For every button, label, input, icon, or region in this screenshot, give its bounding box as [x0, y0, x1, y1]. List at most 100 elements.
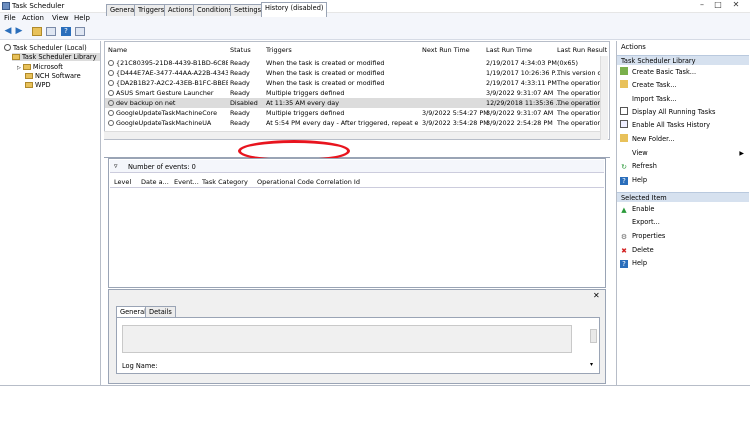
create-task-icon	[620, 80, 628, 88]
events-count: Number of events: 0	[128, 163, 196, 171]
column-header-next-run[interactable]: Next Run Time	[422, 46, 470, 54]
help-icon: ?	[620, 260, 628, 268]
column-header-date[interactable]: Date a...	[141, 178, 169, 186]
navigation-tree	[0, 41, 101, 385]
tab-actions[interactable]: Actions	[164, 4, 197, 16]
folder-icon	[25, 82, 33, 88]
import-icon	[620, 94, 628, 102]
import-task-action[interactable]: Import Task...	[620, 94, 748, 105]
menu-action[interactable]: Action	[22, 14, 44, 22]
column-header-last-run[interactable]: Last Run Time	[486, 46, 532, 54]
create-task-action[interactable]: Create Task...	[620, 80, 748, 91]
refresh-icon: ↻	[621, 163, 627, 171]
tab-detail-details[interactable]: Details	[145, 306, 176, 317]
task-icon	[108, 90, 114, 96]
actions-header: Actions	[621, 43, 646, 51]
view-icon	[620, 148, 628, 156]
expand-arrow-icon[interactable]: ▷	[17, 65, 21, 71]
properties-icon: ⚙	[620, 233, 628, 241]
close-icon[interactable]: ✕	[593, 291, 600, 300]
history-icon	[620, 120, 628, 128]
column-header-correlation-id[interactable]: Correlation Id	[316, 178, 360, 186]
column-header-name[interactable]: Name	[108, 46, 127, 54]
create-basic-task-icon	[620, 67, 628, 75]
forward-icon[interactable]: ▶	[14, 27, 24, 36]
menu-file[interactable]: File	[4, 14, 16, 22]
tree-item-library[interactable]: Task Scheduler Library	[12, 53, 100, 61]
up-folder-icon[interactable]	[32, 27, 42, 36]
task-icon	[108, 80, 114, 86]
task-icon	[108, 110, 114, 116]
column-header-operational-code[interactable]: Operational Code	[257, 178, 314, 186]
back-icon[interactable]: ◀	[3, 27, 13, 36]
help-icon: ?	[620, 177, 628, 185]
delete-action[interactable]: ✖ Delete	[620, 245, 748, 256]
enable-arrow-icon: ▲	[621, 206, 627, 214]
help-icon[interactable]: ?	[61, 27, 71, 36]
log-name-label: Log Name:	[122, 362, 158, 370]
tab-history[interactable]: History (disabled)	[261, 2, 328, 17]
task-icon	[108, 70, 114, 76]
column-header-task-category[interactable]: Task Category	[202, 178, 248, 186]
table-row-selected[interactable]: dev backup on net Disabled At 11:35 AM e…	[105, 98, 601, 108]
export-icon	[620, 217, 628, 225]
show-hide-action-pane-icon[interactable]	[75, 27, 85, 36]
scroll-down-icon[interactable]: ▾	[590, 361, 597, 371]
new-folder-action[interactable]: New Folder...	[620, 134, 748, 145]
task-properties-tabs	[104, 141, 610, 158]
status-divider	[0, 385, 750, 386]
task-icon	[108, 120, 114, 126]
refresh-action[interactable]: ↻ Refresh	[620, 161, 748, 172]
view-action[interactable]: View ▶	[620, 148, 748, 159]
toolbar: ◀ ▶ ?	[0, 24, 750, 40]
task-list: Name Status Triggers Next Run Time Last …	[104, 41, 610, 140]
task-icon	[108, 60, 114, 66]
task-list-horizontal-scrollbar[interactable]	[104, 131, 600, 139]
enable-history-action[interactable]: Enable All Tasks History	[620, 120, 748, 131]
tree-item-microsoft[interactable]: ▷ Microsoft	[17, 63, 63, 71]
column-header-triggers[interactable]: Triggers	[266, 46, 292, 54]
properties-action[interactable]: ⚙ Properties	[620, 231, 748, 242]
tab-settings[interactable]: Settings	[230, 4, 262, 16]
folder-icon	[12, 54, 20, 60]
export-action[interactable]: Export...	[620, 217, 748, 228]
close-button[interactable]: ✕	[728, 0, 744, 10]
help-selected-action[interactable]: ? Help	[620, 258, 748, 269]
table-row[interactable]: {21C80395-21D8-4439-B1BD-6C8BC... Ready …	[105, 58, 601, 68]
task-scheduler-app-icon	[2, 2, 10, 10]
tree-item-nch-software[interactable]: NCH Software	[25, 72, 81, 80]
table-row[interactable]: {D444E7AE-3477-44AA-A22B-4343B... Ready …	[105, 68, 601, 78]
table-row[interactable]: ASUS Smart Gesture Launcher Ready Multip…	[105, 88, 601, 98]
menu-help[interactable]: Help	[74, 14, 90, 22]
selected-item-section-header[interactable]: Selected Item	[617, 192, 749, 202]
create-basic-task-action[interactable]: Create Basic Task...	[620, 67, 748, 78]
table-row[interactable]: GoogleUpdateTaskMachineCore Ready Multip…	[105, 108, 601, 118]
minimize-button[interactable]: –	[694, 0, 710, 10]
column-header-level[interactable]: Level	[114, 178, 131, 186]
maximize-button[interactable]: □	[710, 0, 726, 10]
filter-icon[interactable]: ▿	[114, 162, 118, 170]
table-row[interactable]: GoogleUpdateTaskMachineUA Ready At 5:54 …	[105, 118, 601, 128]
menu-view[interactable]: View	[52, 14, 69, 22]
column-header-event[interactable]: Event...	[174, 178, 199, 186]
column-header-status[interactable]: Status	[230, 46, 251, 54]
event-description-box[interactable]	[122, 325, 572, 353]
event-columns: Level Date a... Event... Task Category O…	[110, 175, 604, 188]
library-section-header[interactable]: Task Scheduler Library	[617, 55, 749, 65]
show-hide-tree-icon[interactable]	[46, 27, 56, 36]
enable-action[interactable]: ▲ Enable	[620, 204, 748, 215]
folder-icon	[25, 73, 33, 79]
display-running-tasks-action[interactable]: Display All Running Tasks	[620, 107, 748, 118]
tree-item-root[interactable]: Task Scheduler (Local)	[4, 44, 87, 52]
task-icon	[108, 100, 114, 106]
detail-scrollbar[interactable]	[590, 329, 597, 343]
task-list-vertical-scrollbar[interactable]	[600, 56, 608, 140]
tree-item-wpd[interactable]: WPD	[25, 81, 51, 89]
history-filter-bar: ▿ Number of events: 0	[110, 160, 604, 173]
column-header-last-result[interactable]: Last Run Result	[557, 46, 607, 54]
help-action[interactable]: ? Help	[620, 175, 748, 186]
submenu-arrow-icon: ▶	[739, 150, 744, 157]
table-row[interactable]: {DA2B1B27-A2C2-43EB-B1FC-BBEB... Ready W…	[105, 78, 601, 88]
folder-icon	[620, 134, 628, 142]
clock-icon	[4, 44, 11, 51]
